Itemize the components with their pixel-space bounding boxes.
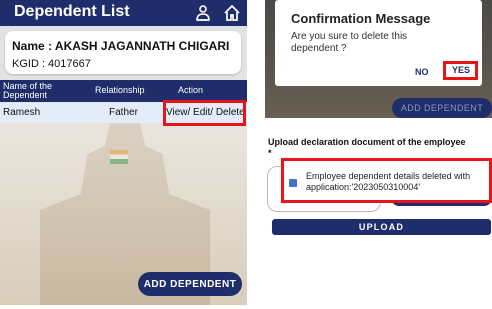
add-dependent-button[interactable]: ADD DEPENDENT (392, 98, 492, 118)
employee-name: Name : AKASH JAGANNATH CHIGARI (12, 39, 230, 53)
confirmation-screen: Confirmation Message Are you sure to del… (265, 0, 492, 309)
upload-section-title: Upload declaration document of the emplo… (268, 137, 466, 147)
employee-info-card: Name : AKASH JAGANNATH CHIGARI KGID : 40… (5, 31, 241, 74)
column-header-name: Name of the Dependent (3, 81, 53, 100)
upload-button[interactable]: UPLOAD (272, 219, 491, 235)
required-mark: * (268, 148, 272, 158)
highlight-box-action (163, 100, 246, 126)
column-header-action: Action (178, 85, 204, 95)
no-button[interactable]: NO (415, 67, 429, 77)
dependent-list-screen: Dependent List Name : AKASH JAGANNATH CH… (0, 0, 247, 305)
app-header: Dependent List (0, 0, 247, 26)
dependent-name: Ramesh (3, 107, 41, 118)
background-flag (110, 150, 128, 164)
highlight-box-yes (443, 61, 478, 80)
employee-kgid: KGID : 4017667 (12, 58, 91, 70)
dialog-title: Confirmation Message (291, 11, 431, 26)
table-header: Name of the Dependent Relationship Actio… (0, 80, 247, 102)
person-icon[interactable] (194, 4, 212, 22)
column-header-relationship: Relationship (95, 85, 145, 95)
dialog-message: Are you sure to delete this dependent ? (291, 31, 408, 54)
add-dependent-button[interactable]: ADD DEPENDENT (138, 272, 242, 296)
dependent-relationship: Father (109, 107, 138, 118)
highlight-box-toast (281, 158, 492, 203)
page-title: Dependent List (14, 3, 130, 20)
home-icon[interactable] (223, 4, 241, 22)
